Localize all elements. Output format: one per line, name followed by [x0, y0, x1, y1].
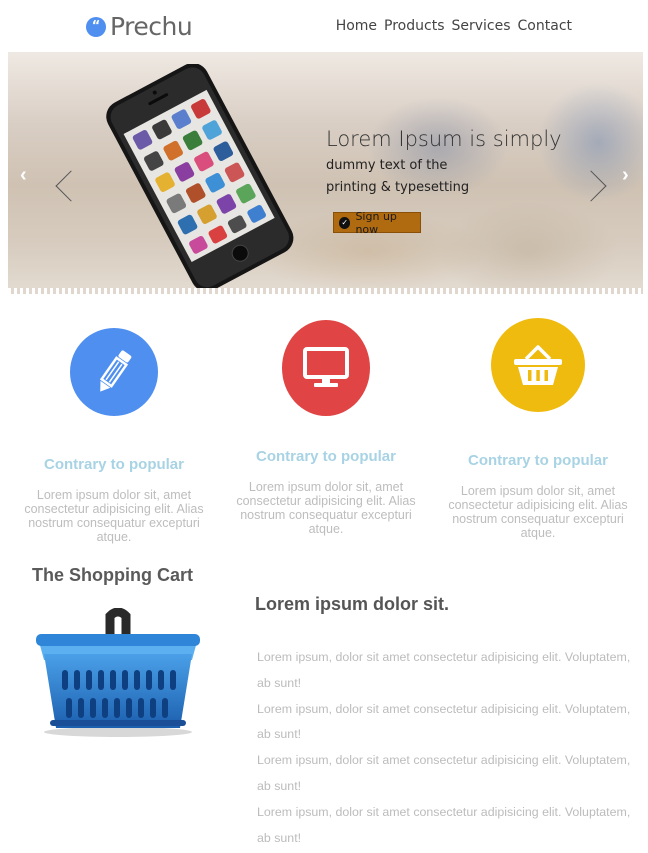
hero-subtitle-line-2: printing & typesetting: [326, 180, 470, 195]
monitor-icon: [282, 320, 370, 416]
slider-prev-button[interactable]: ‹: [20, 164, 27, 187]
signup-button[interactable]: ✓ Sign up now: [333, 209, 421, 236]
main-nav: Home Products Services Contact: [336, 18, 572, 34]
content-paragraph: Lorem ipsum, dolor sit amet consectetur …: [257, 701, 631, 742]
feature-text: Lorem ipsum dolor sit, amet consectetur …: [236, 480, 416, 536]
feature-card: Contrary to popular Lorem ipsum dolor si…: [226, 318, 426, 536]
hero-divider: [8, 288, 643, 294]
feature-card: Contrary to popular Lorem ipsum dolor si…: [14, 318, 214, 544]
content-body: Lorem ipsum, dolor sit amet consectetur …: [257, 645, 647, 851]
check-icon: ✓: [339, 216, 351, 229]
chevron-right-icon[interactable]: [575, 170, 607, 202]
shopping-basket-image: [36, 608, 200, 737]
logo[interactable]: “ Prechu: [86, 12, 193, 41]
smartphone-image: [106, 64, 294, 289]
hero-title: Lorem Ipsum is simply: [326, 127, 562, 151]
feature-text: Lorem ipsum dolor sit, amet consectetur …: [448, 484, 628, 540]
content-paragraph: Lorem ipsum, dolor sit amet consectetur …: [257, 804, 631, 845]
hero-slider: ‹ › Lorem Ipsum is simply dummy text of …: [8, 52, 643, 294]
signup-button-label: Sign up now: [355, 209, 397, 236]
pencil-icon: [70, 328, 158, 416]
content-paragraph: Lorem ipsum, dolor sit amet consectetur …: [257, 753, 631, 793]
feature-text: Lorem ipsum dolor sit, amet consectetur …: [24, 488, 204, 544]
nav-products[interactable]: Products: [384, 18, 444, 34]
feature-card: Contrary to popular Lorem ipsum dolor si…: [438, 318, 638, 540]
cart-heading: The Shopping Cart: [32, 565, 193, 585]
feature-title: Contrary to popular: [467, 452, 608, 469]
brand-name: Prechu: [110, 12, 193, 41]
site-header: “ Prechu Home Products Services Contact: [0, 0, 648, 52]
basket-icon: [491, 318, 585, 412]
content-heading: Lorem ipsum dolor sit.: [255, 594, 450, 614]
hero-subtitle-line-1: dummy text of the: [326, 158, 448, 173]
content-paragraph: Lorem ipsum, dolor sit amet consectetur …: [257, 650, 631, 690]
feature-title: Contrary to popular: [255, 448, 396, 465]
quote-icon: “: [86, 16, 106, 37]
nav-services[interactable]: Services: [451, 18, 510, 34]
chevron-left-icon[interactable]: [55, 170, 87, 202]
feature-title: Contrary to popular: [43, 456, 184, 473]
nav-contact[interactable]: Contact: [518, 18, 572, 34]
nav-home[interactable]: Home: [336, 18, 377, 34]
slider-next-button[interactable]: ›: [622, 164, 629, 187]
